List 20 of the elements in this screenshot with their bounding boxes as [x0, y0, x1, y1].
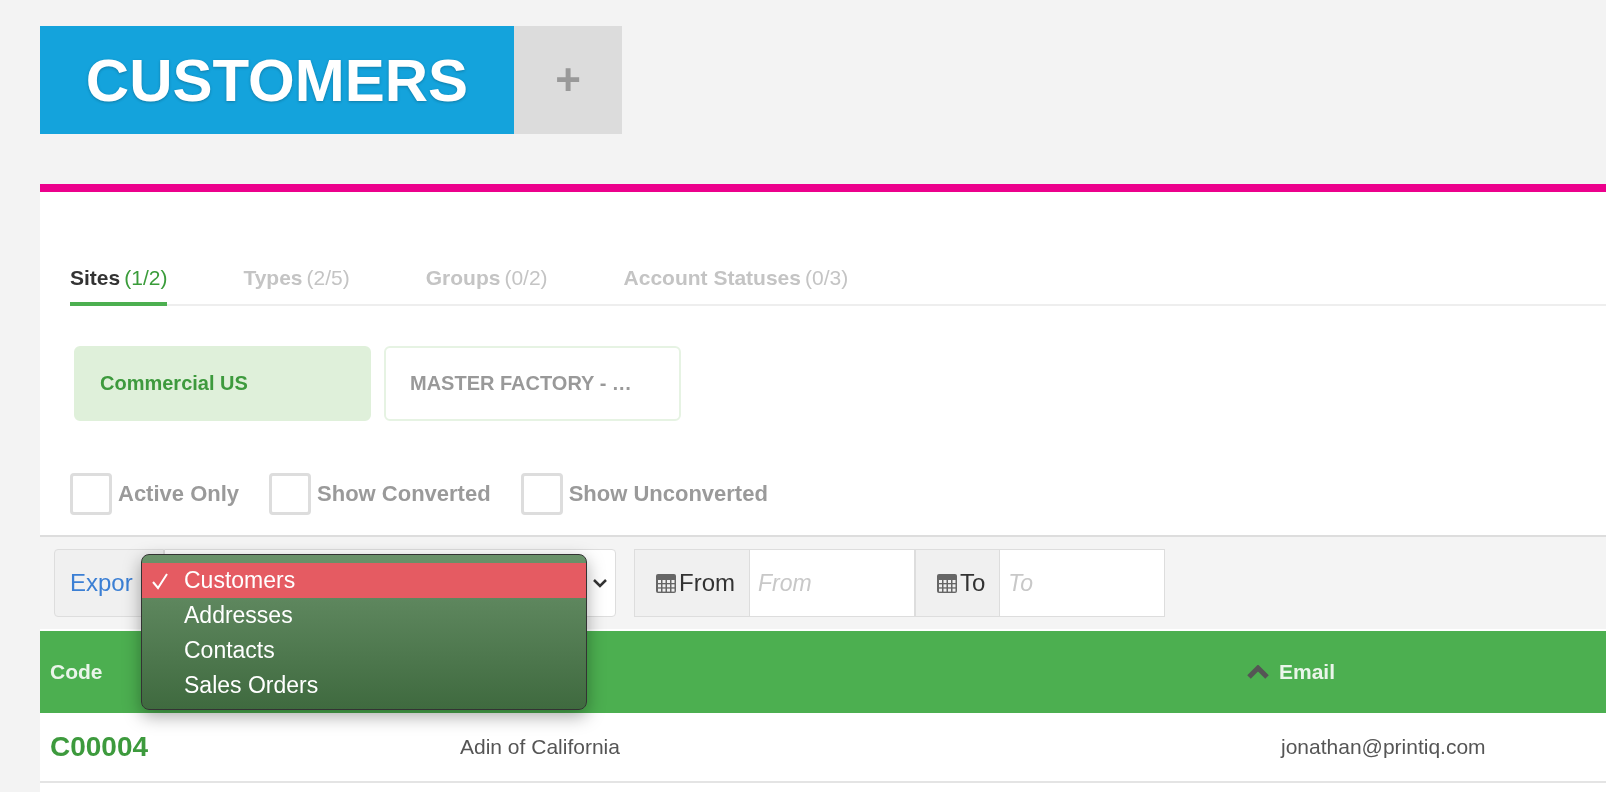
menu-item[interactable]: Contacts — [142, 633, 586, 668]
filter-tab[interactable]: Types (2/5) — [243, 256, 350, 306]
to-label: To — [915, 549, 1001, 617]
column-header[interactable]: Email — [1247, 660, 1606, 684]
customer-code[interactable]: C00004 — [50, 731, 460, 763]
site-chip[interactable]: Commercial US — [74, 346, 371, 421]
page-title: CUSTOMERS — [40, 26, 514, 134]
menu-item[interactable]: Customers — [142, 563, 586, 598]
checkbox-label: Show Unconverted — [568, 481, 768, 507]
filter-tab[interactable]: Groups (0/2) — [425, 256, 548, 306]
site-chip[interactable]: MASTER FACTORY - … — [384, 346, 681, 421]
menu-item[interactable]: Sales Orders — [142, 668, 586, 703]
filter-tab[interactable]: Sites (1/2) — [70, 256, 168, 306]
checkbox-label: Show Converted — [317, 481, 491, 507]
from-label: From — [634, 549, 750, 617]
customer-email: jonathan@printiq.com — [1281, 735, 1487, 759]
customer-name: Adin of California — [460, 735, 621, 759]
add-button[interactable]: + — [514, 26, 622, 134]
checkbox-label: Active Only — [118, 481, 240, 507]
filter-tab[interactable]: Account Statuses (0/3) — [623, 256, 849, 306]
